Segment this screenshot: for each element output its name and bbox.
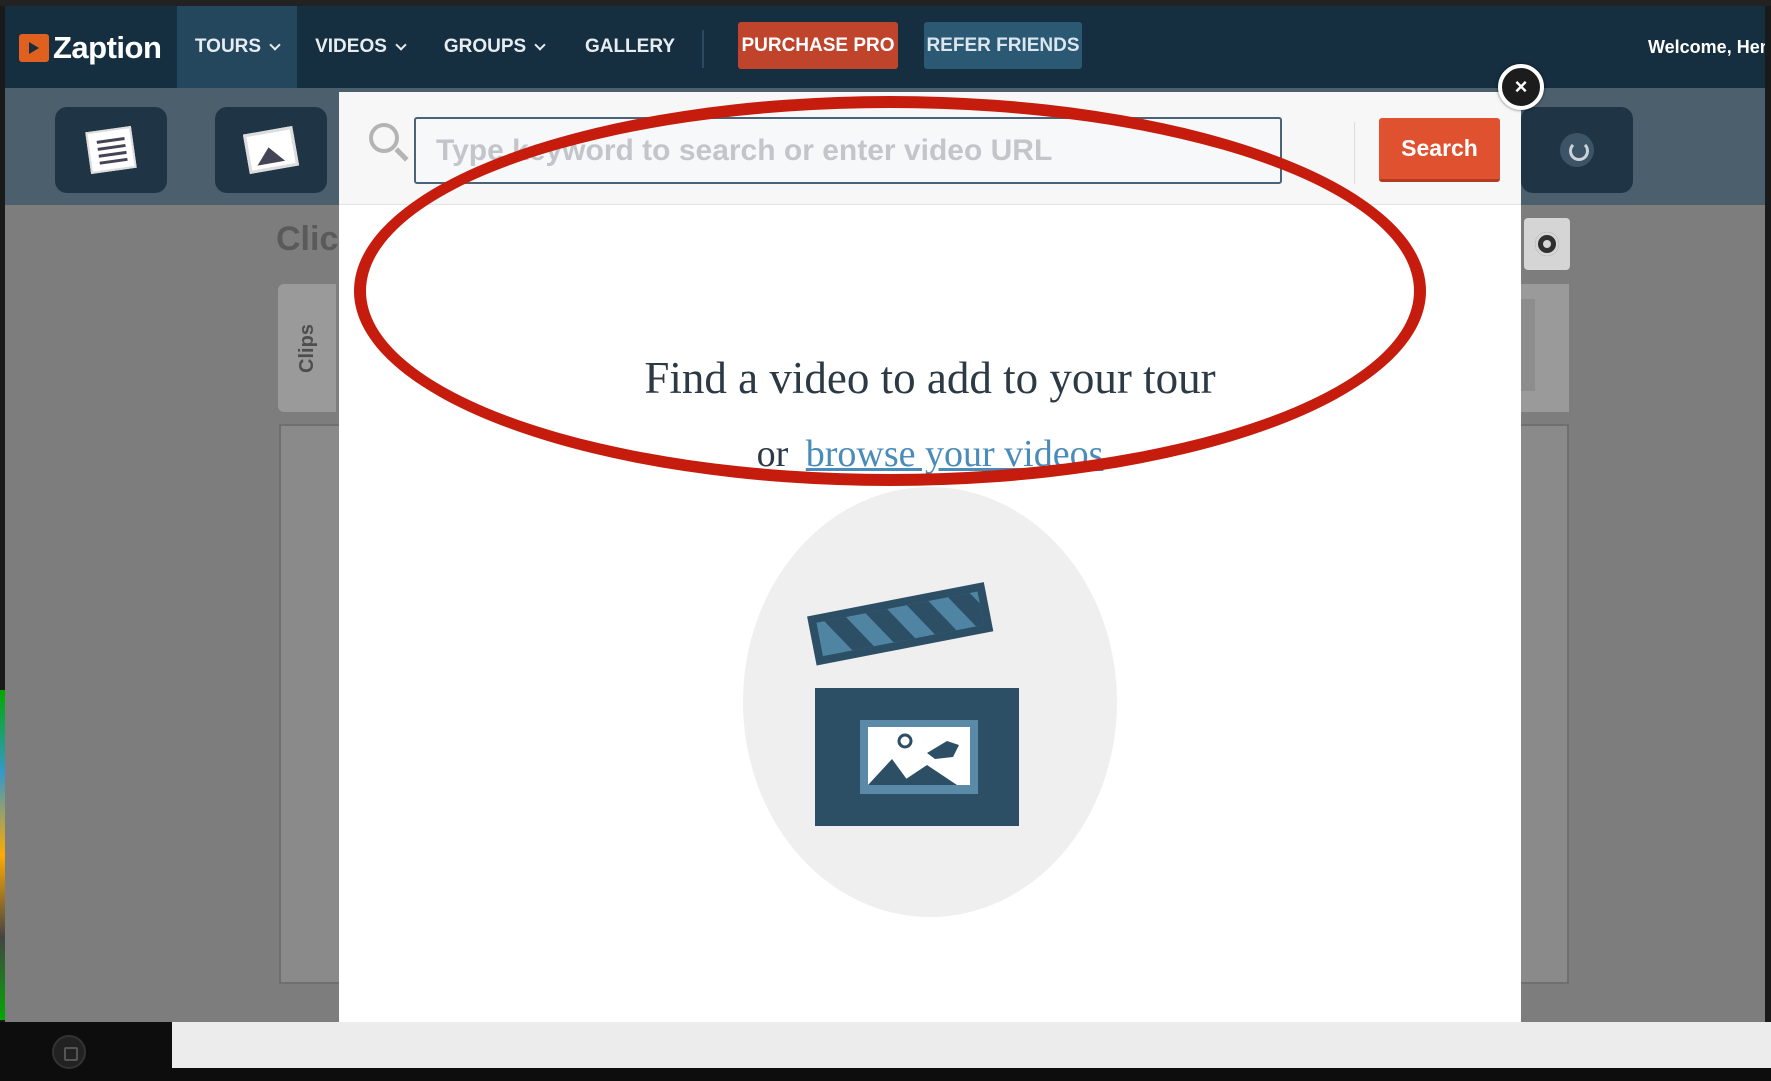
- chevron-down-icon: [395, 38, 407, 51]
- nav-gallery[interactable]: GALLERY: [575, 6, 685, 88]
- device-bezel-bottom: [0, 1022, 1771, 1081]
- chevron-down-icon: [534, 38, 546, 51]
- bottom-strip: [172, 1022, 1771, 1068]
- refresh-button[interactable]: [1521, 107, 1633, 193]
- clips-tab[interactable]: Clips: [278, 284, 336, 412]
- home-button-icon[interactable]: [52, 1035, 86, 1069]
- add-image-slide-button[interactable]: [215, 107, 327, 193]
- close-modal-button[interactable]: ×: [1498, 64, 1544, 110]
- nav-groups-label: GROUPS: [443, 36, 527, 57]
- nav-divider: [702, 30, 704, 68]
- settings-button[interactable]: [1524, 218, 1570, 270]
- gear-icon: [1535, 232, 1559, 256]
- app-window: Zaption TOURS VIDEOS GROUPS GALLERY PURC…: [5, 6, 1765, 1022]
- logo-play-icon: [19, 34, 49, 62]
- page-title-fragment: Clic: [276, 220, 339, 258]
- nav-videos[interactable]: VIDEOS: [305, 6, 415, 88]
- highlight-annotation-ellipse: [354, 96, 1426, 486]
- add-text-slide-button[interactable]: [55, 107, 167, 193]
- zaption-logo[interactable]: Zaption: [19, 30, 162, 66]
- search-button[interactable]: Search: [1379, 118, 1500, 182]
- refresh-icon: [1560, 133, 1594, 167]
- nav-groups[interactable]: GROUPS: [433, 6, 555, 88]
- image-slide-icon: [242, 125, 300, 175]
- search-icon: [369, 123, 399, 153]
- search-divider: [1354, 122, 1355, 184]
- logo-text: Zaption: [53, 30, 162, 65]
- nav-videos-label: VIDEOS: [315, 36, 387, 57]
- clapperboard-icon: [807, 582, 1019, 826]
- nav-gallery-label: GALLERY: [584, 36, 676, 57]
- nav-tours-label: TOURS: [194, 36, 262, 57]
- chevron-down-icon: [269, 38, 281, 51]
- welcome-user-menu[interactable]: Welcome, Hen: [1648, 37, 1765, 58]
- refer-friends-button[interactable]: REFER FRIENDS: [924, 22, 1082, 69]
- text-slide-icon: [85, 126, 137, 174]
- purchase-pro-button[interactable]: PURCHASE PRO: [738, 22, 898, 69]
- nav-tours[interactable]: TOURS: [177, 6, 297, 88]
- clips-tab-label: Clips: [295, 323, 318, 373]
